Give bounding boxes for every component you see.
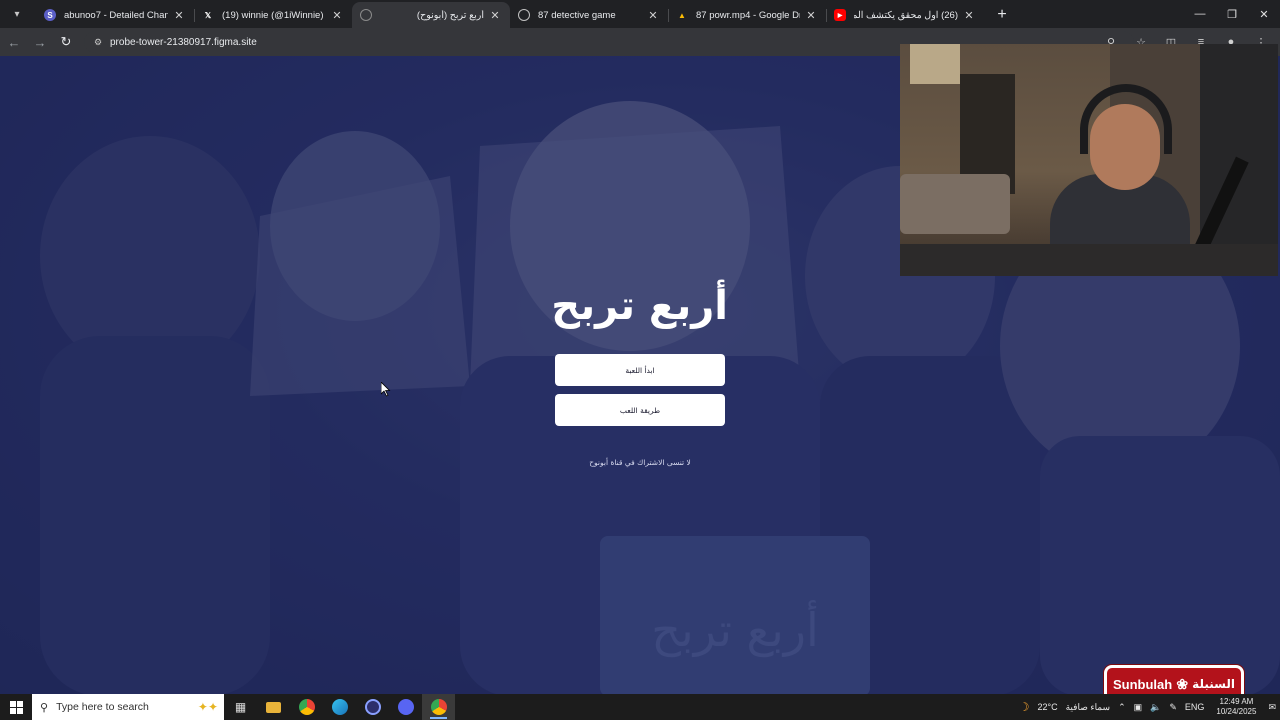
clock-date: 10/24/2025 [1216,707,1257,716]
discord-icon[interactable] [389,694,422,720]
how-to-play-button[interactable]: طريقة اللعب [555,394,725,426]
drive-icon: ▲ [678,10,686,20]
globe-icon [360,9,372,21]
tab-title: (26) اول محقق يكتشف المجرم ين [854,9,958,21]
weather-condition: سماء صافية [1065,701,1111,712]
restore-icon[interactable]: ❐ [1216,0,1248,28]
reload-icon[interactable]: ↻ [54,30,78,54]
new-tab-button[interactable]: + [990,2,1014,28]
tab-title: (19) winnie (@1iWinnie) / X [222,9,326,21]
close-icon[interactable]: ✕ [804,9,818,22]
file-explorer-icon[interactable] [257,694,290,720]
tab-strip: ▾ S abunoo7 - Detailed Channel Vi ✕ 𝕏 (1… [0,0,1280,28]
streamer-webcam [900,44,1278,276]
globe-icon [518,9,530,21]
back-arrow-icon[interactable]: ← [2,30,26,54]
windows-start-icon[interactable] [0,694,32,720]
task-view-icon[interactable]: ▦ [224,694,257,720]
tab-youtube[interactable]: ▶ (26) اول محقق يكتشف المجرم ين ✕ [826,2,984,28]
search-placeholder: Type here to search [56,701,149,713]
media-app-icon[interactable] [356,694,389,720]
close-icon[interactable]: ✕ [330,9,344,22]
volume-icon[interactable]: 🔈 [1150,702,1161,713]
close-icon[interactable]: ✕ [962,9,976,22]
notifications-icon[interactable]: ✉ [1268,702,1276,713]
tab-winnie-x[interactable]: 𝕏 (19) winnie (@1iWinnie) / X ✕ [194,2,352,28]
network-icon[interactable]: ▣ [1134,702,1143,713]
page-title: أربع تربح [551,283,728,329]
edge-icon[interactable] [323,694,356,720]
pen-icon[interactable]: ✎ [1169,702,1177,713]
tab-title: 87 detective game [538,9,616,21]
system-tray: ☽ 22°C سماء صافية ⌃ ▣ 🔈 ✎ ENG 12:49 AM 1… [1015,694,1280,720]
tab-arba-tarbah[interactable]: أربع تربح (أبونوح) ✕ [352,2,510,28]
window-controls: — ❐ ✕ [1184,0,1280,28]
tab-search-icon[interactable]: ▾ [4,1,30,27]
mouse-cursor-icon [381,382,391,397]
close-icon[interactable]: ✕ [172,9,186,22]
webcam-sofa [900,174,1010,234]
tab-google-drive[interactable]: ▲ 87 powr.mp4 - Google Drive ✕ [668,2,826,28]
language-indicator[interactable]: ENG [1185,702,1205,712]
youtube-icon: ▶ [834,9,846,21]
tray-chevron-icon[interactable]: ⌃ [1118,702,1126,713]
chrome-active-icon[interactable] [422,694,455,720]
tab-title: أربع تربح (أبونوح) [416,9,484,21]
start-game-button[interactable]: ابدأ اللعبة [555,354,725,386]
webcam-lamp [910,44,960,84]
tab-title: 87 powr.mp4 - Google Drive [696,9,800,21]
wheat-icon: ❀ [1176,675,1189,692]
search-highlight-icon: ✦✦ [197,700,218,714]
forward-arrow-icon[interactable]: → [28,30,52,54]
weather-moon-icon: ☽ [1018,700,1030,714]
taskbar-search-box[interactable]: ⚲ Type here to search ✦✦ [32,694,224,720]
subscribe-note: لا تنسى الاشتراك في قناة أبونوح [589,458,691,467]
x-logo-icon: 𝕏 [204,10,212,20]
close-icon[interactable]: ✕ [646,9,660,22]
chrome-icon[interactable] [290,694,323,720]
close-icon[interactable]: ✕ [488,9,502,22]
minimize-icon[interactable]: — [1184,0,1216,28]
s-logo-icon: S [44,9,56,21]
sponsor-name-en: Sunbulah [1113,676,1173,692]
clock-time: 12:49 AM [1219,697,1254,706]
tab-title: abunoo7 - Detailed Channel Vi [64,9,168,21]
tab-abunoo7[interactable]: S abunoo7 - Detailed Channel Vi ✕ [36,2,194,28]
search-icon: ⚲ [40,701,49,714]
sponsor-name-ar: السنبلة [1192,677,1235,691]
url-text: probe-tower-21380917.figma.site [110,36,257,48]
webcam-desk [900,244,1278,276]
close-window-icon[interactable]: ✕ [1248,0,1280,28]
windows-taskbar: ⚲ Type here to search ✦✦ ▦ ☽ 22°C سماء ص… [0,694,1280,720]
tab-detective-game[interactable]: 87 detective game ✕ [510,2,668,28]
site-info-icon[interactable]: ⚙ [92,36,104,48]
clock[interactable]: 12:49 AM 10/24/2025 [1216,697,1256,717]
weather-temperature: 22°C [1037,702,1058,712]
